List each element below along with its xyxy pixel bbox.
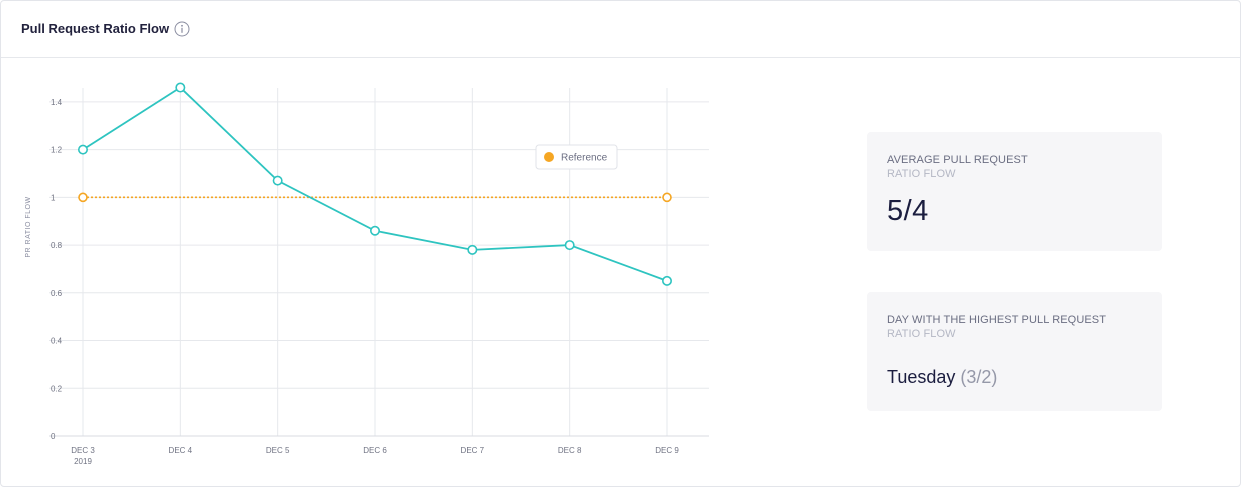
x-tick-label: DEC 7 — [461, 446, 485, 455]
pr-ratio-flow-card: Pull Request Ratio Flow 0 0.2 0.4 0.6 0.8 1 1.… — [0, 0, 1241, 487]
x-tick-sublabel: 2019 — [74, 457, 92, 466]
x-tick-label: DEC 9 — [655, 446, 679, 455]
x-tick-label: DEC 3 — [71, 446, 95, 455]
data-point[interactable] — [175, 82, 186, 93]
reference-point[interactable] — [78, 192, 88, 203]
average-ratio-value: 5/4 — [887, 195, 929, 227]
data-point[interactable] — [467, 244, 478, 255]
x-tick-label: DEC 8 — [558, 446, 582, 455]
average-ratio-sublabel: RATIO FLOW — [887, 168, 956, 180]
info-circle-icon[interactable] — [174, 21, 190, 37]
average-ratio-label: AVERAGE PULL REQUEST — [887, 154, 1028, 166]
reference-point[interactable] — [662, 192, 672, 203]
highest-day-name: Tuesday — [887, 367, 956, 387]
data-point[interactable] — [272, 175, 283, 186]
y-tick-label: 0.6 — [51, 289, 63, 298]
y-tick-label: 0.4 — [51, 337, 63, 346]
highest-day-sublabel: RATIO FLOW — [887, 328, 956, 340]
card-header: Pull Request Ratio Flow — [1, 1, 1240, 58]
y-axis-title: PR RATIO FLOW — [25, 196, 32, 257]
data-point[interactable] — [369, 225, 380, 236]
legend-swatch — [544, 152, 554, 162]
line-chart: 0 0.2 0.4 0.6 0.8 1 1.2 1.4 DEC 3 2019 DEC 4 DEC 5 D… — [25, 82, 709, 466]
y-tick-label: 1 — [51, 193, 56, 202]
average-ratio-card: AVERAGE PULL REQUEST RATIO FLOW 5/4 — [867, 132, 1162, 251]
y-tick-label: 1.2 — [51, 146, 63, 155]
highest-day-card: DAY WITH THE HIGHEST PULL REQUEST RATIO … — [867, 292, 1162, 411]
data-point[interactable] — [661, 275, 672, 286]
data-point[interactable] — [78, 144, 89, 155]
legend-label: Reference — [561, 153, 608, 164]
legend: Reference — [535, 144, 618, 170]
data-point[interactable] — [564, 240, 575, 251]
x-tick-label: DEC 6 — [363, 446, 387, 455]
x-tick-label: DEC 5 — [266, 446, 290, 455]
y-tick-label: 0 — [51, 432, 56, 441]
highest-day-ratio: (3/2) — [960, 367, 998, 387]
y-tick-label: 0.2 — [51, 384, 63, 393]
highest-day-value: Tuesday (3/2) — [887, 367, 997, 388]
highest-day-label: DAY WITH THE HIGHEST PULL REQUEST — [887, 314, 1107, 326]
grid-lines — [49, 88, 709, 437]
y-tick-label: 0.8 — [51, 241, 63, 250]
card-title: Pull Request Ratio Flow — [21, 21, 170, 36]
y-tick-label: 1.4 — [51, 98, 63, 107]
x-tick-label: DEC 4 — [169, 446, 193, 455]
